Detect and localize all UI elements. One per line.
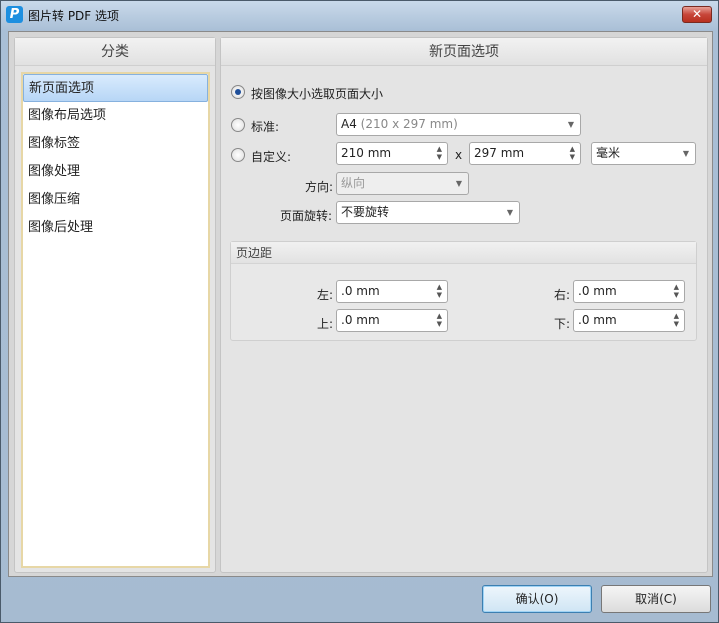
margin-left-value: .0 mm	[341, 284, 380, 298]
category-header: 分类	[15, 38, 215, 66]
category-item-post-processing[interactable]: 图像后处理	[23, 214, 208, 242]
rotation-value: 不要旋转	[341, 205, 390, 219]
margins-header: 页边距	[231, 242, 696, 264]
unit-value: 毫米	[596, 146, 621, 160]
margin-bottom-value: .0 mm	[578, 313, 617, 327]
cancel-button[interactable]: 取消(C)	[601, 585, 711, 613]
times-sign: x	[455, 148, 463, 162]
rotation-label: 页面旋转:	[280, 209, 333, 223]
margin-bottom-label: 下:	[554, 317, 571, 331]
chevron-down-icon: ▼	[567, 120, 574, 129]
title-bar: P 图片转 PDF 选项 ✕	[1, 1, 718, 29]
orientation-select[interactable]: 纵向 ▼	[336, 172, 469, 195]
margins-group: 页边距 左: .0 mm ▲ ▼ 右: .0 mm ▲ ▼ 上: .0 mm ▲ ▼ …	[230, 241, 697, 341]
margin-left-label: 左:	[317, 288, 334, 302]
category-list: 新页面选项 图像布局选项 图像标签 图像处理 图像压缩 图像后处理	[21, 72, 210, 568]
app-logo-icon: P	[6, 6, 23, 23]
standard-size-value: A4	[341, 117, 357, 131]
custom-height-value: 297 mm	[474, 146, 525, 160]
spinner-arrows-icon[interactable]: ▲ ▼	[674, 283, 679, 299]
chevron-down-icon: ▼	[682, 149, 689, 158]
chevron-down-icon: ▼	[455, 179, 462, 188]
custom-height-input[interactable]: 297 mm ▲ ▼	[469, 142, 581, 165]
category-item-image-label[interactable]: 图像标签	[23, 130, 208, 158]
close-button[interactable]: ✕	[682, 6, 712, 23]
spinner-arrows-icon[interactable]: ▲ ▼	[437, 145, 442, 161]
dialog-window: P 图片转 PDF 选项 ✕ 分类 新页面选项 图像布局选项 图像标签 图像处理…	[0, 0, 719, 623]
radio-custom-label: 自定义:	[251, 150, 292, 164]
radio-by-image-size-label: 按图像大小选取页面大小	[251, 87, 384, 101]
margin-left-input[interactable]: .0 mm ▲ ▼	[336, 280, 448, 303]
window-title: 图片转 PDF 选项	[28, 9, 120, 23]
category-item-new-page[interactable]: 新页面选项	[23, 74, 208, 102]
rotation-select[interactable]: 不要旋转 ▼	[336, 201, 520, 224]
margin-right-label: 右:	[554, 288, 571, 302]
custom-width-input[interactable]: 210 mm ▲ ▼	[336, 142, 448, 165]
standard-size-select[interactable]: A4 (210 x 297 mm) ▼	[336, 113, 581, 136]
category-item-image-layout[interactable]: 图像布局选项	[23, 102, 208, 130]
dialog-body: 分类 新页面选项 图像布局选项 图像标签 图像处理 图像压缩 图像后处理 新页面…	[8, 31, 713, 577]
category-panel: 分类 新页面选项 图像布局选项 图像标签 图像处理 图像压缩 图像后处理	[14, 37, 216, 573]
unit-select[interactable]: 毫米 ▼	[591, 142, 696, 165]
margin-right-input[interactable]: .0 mm ▲ ▼	[573, 280, 685, 303]
margin-bottom-input[interactable]: .0 mm ▲ ▼	[573, 309, 685, 332]
category-item-image-processing[interactable]: 图像处理	[23, 158, 208, 186]
margin-top-value: .0 mm	[341, 313, 380, 327]
standard-size-detail: (210 x 297 mm)	[360, 117, 458, 131]
radio-standard-label: 标准:	[251, 120, 280, 134]
spinner-arrows-icon[interactable]: ▲ ▼	[570, 145, 575, 161]
orientation-value: 纵向	[341, 176, 366, 190]
spinner-arrows-icon[interactable]: ▲ ▼	[437, 312, 442, 328]
radio-by-image-size[interactable]	[231, 85, 245, 99]
margin-top-label: 上:	[317, 317, 334, 331]
custom-width-value: 210 mm	[341, 146, 392, 160]
spinner-arrows-icon[interactable]: ▲ ▼	[674, 312, 679, 328]
orientation-label: 方向:	[305, 180, 334, 194]
category-item-image-compression[interactable]: 图像压缩	[23, 186, 208, 214]
margin-top-input[interactable]: .0 mm ▲ ▼	[336, 309, 448, 332]
radio-custom[interactable]	[231, 148, 245, 162]
spinner-arrows-icon[interactable]: ▲ ▼	[437, 283, 442, 299]
options-panel: 新页面选项 按图像大小选取页面大小 标准: A4 (210 x 297 mm) …	[220, 37, 708, 573]
ok-button[interactable]: 确认(O)	[482, 585, 592, 613]
radio-standard[interactable]	[231, 118, 245, 132]
options-header: 新页面选项	[221, 38, 707, 66]
chevron-down-icon: ▼	[506, 208, 513, 217]
margin-right-value: .0 mm	[578, 284, 617, 298]
